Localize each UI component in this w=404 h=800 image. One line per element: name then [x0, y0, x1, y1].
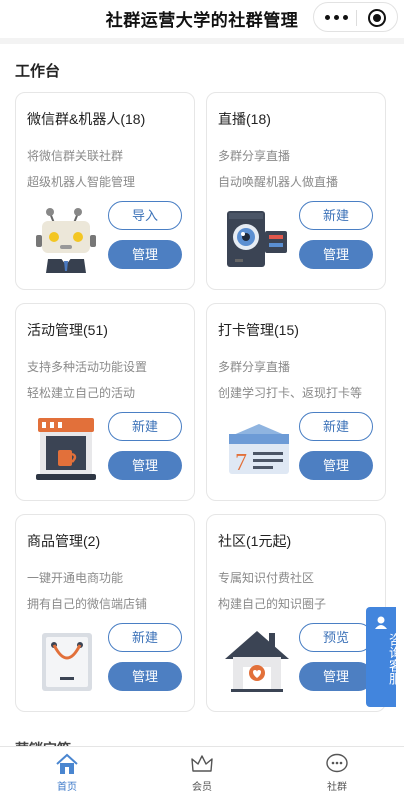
camera-icon [227, 211, 287, 267]
tab-label: 首页 [57, 782, 77, 793]
more-dots-icon[interactable] [325, 15, 349, 21]
preview-button[interactable]: 预览 [299, 623, 373, 652]
bottom-tab-bar: 首页 会员 社群 [0, 746, 404, 800]
mini-program-capsule [313, 2, 398, 32]
card-desc: 将微信群关联社群 [27, 149, 124, 163]
manage-button[interactable]: 管理 [108, 662, 182, 691]
workspace-title: 工作台 [15, 63, 61, 80]
tab-community[interactable]: 社群 [307, 747, 367, 800]
customer-service-label: 咨询客服 [387, 633, 402, 685]
house-heart-icon [225, 631, 289, 692]
capsule-divider [356, 10, 357, 26]
card-desc: 一键开通电商功能 [27, 571, 124, 585]
card-desc: 拥有自己的微信端店铺 [27, 597, 148, 611]
tab-label: 社群 [327, 782, 347, 793]
card-title: 商品管理(2) [27, 533, 101, 549]
home-icon [56, 753, 78, 774]
top-nav-bar: 社群运营大学的社群管理 [0, 0, 404, 34]
manage-button[interactable]: 管理 [299, 451, 373, 480]
card-activity-management: 活动管理(51) 支持多种活动功能设置 轻松建立自己的活动 新建 管理 [15, 303, 195, 501]
tab-members[interactable]: 会员 [172, 747, 232, 800]
create-button[interactable]: 新建 [299, 412, 373, 441]
import-button[interactable]: 导入 [108, 201, 182, 230]
tab-label: 会员 [192, 782, 212, 793]
card-wechat-robot: 微信群&机器人(18) 将微信群关联社群 超级机器人智能管理 导入 管理 [15, 92, 195, 290]
create-button[interactable]: 新建 [108, 623, 182, 652]
card-desc: 多群分享直播 [218, 360, 291, 374]
target-close-icon[interactable] [368, 9, 386, 27]
card-title: 直播(18) [218, 111, 271, 127]
create-button[interactable]: 新建 [299, 201, 373, 230]
card-title: 活动管理(51) [27, 322, 108, 338]
headset-icon [375, 616, 387, 629]
svg-text:7: 7 [235, 450, 247, 476]
card-title: 社区(1元起) [218, 533, 292, 549]
card-product-management: 商品管理(2) 一键开通电商功能 拥有自己的微信端店铺 新建 管理 [15, 514, 195, 712]
manage-button[interactable]: 管理 [108, 240, 182, 269]
manage-button[interactable]: 管理 [299, 240, 373, 269]
card-desc: 构建自己的知识圈子 [218, 597, 327, 611]
shopping-bag-icon [42, 633, 92, 691]
card-desc: 超级机器人智能管理 [27, 175, 136, 189]
tab-home[interactable]: 首页 [37, 747, 97, 800]
create-button[interactable]: 新建 [108, 412, 182, 441]
crown-icon [191, 755, 213, 772]
card-title: 微信群&机器人(18) [27, 111, 146, 127]
card-community: 社区(1元起) 专属知识付费社区 构建自己的知识圈子 预览 管理 [206, 514, 386, 712]
card-desc: 支持多种活动功能设置 [27, 360, 148, 374]
card-live-stream: 直播(18) 多群分享直播 自动唤醒机器人做直播 新建 管理 [206, 92, 386, 290]
manage-button[interactable]: 管理 [299, 662, 373, 691]
card-desc: 创建学习打卡、返现打卡等 [218, 386, 363, 400]
header-divider [0, 38, 404, 44]
robot-icon [36, 208, 96, 273]
card-desc: 轻松建立自己的活动 [27, 386, 136, 400]
card-desc: 自动唤醒机器人做直播 [218, 175, 339, 189]
card-checkin-management: 打卡管理(15) 多群分享直播 创建学习打卡、返现打卡等 7 新建 管理 [206, 303, 386, 501]
customer-service-button[interactable]: 咨询客服 [366, 607, 402, 707]
coffee-machine-icon [36, 418, 96, 480]
card-title: 打卡管理(15) [218, 322, 299, 338]
checkin-card-icon: 7 [229, 424, 289, 476]
chat-bubble-icon [326, 753, 348, 773]
card-desc: 专属知识付费社区 [218, 571, 315, 585]
manage-button[interactable]: 管理 [108, 451, 182, 480]
card-desc: 多群分享直播 [218, 149, 291, 163]
